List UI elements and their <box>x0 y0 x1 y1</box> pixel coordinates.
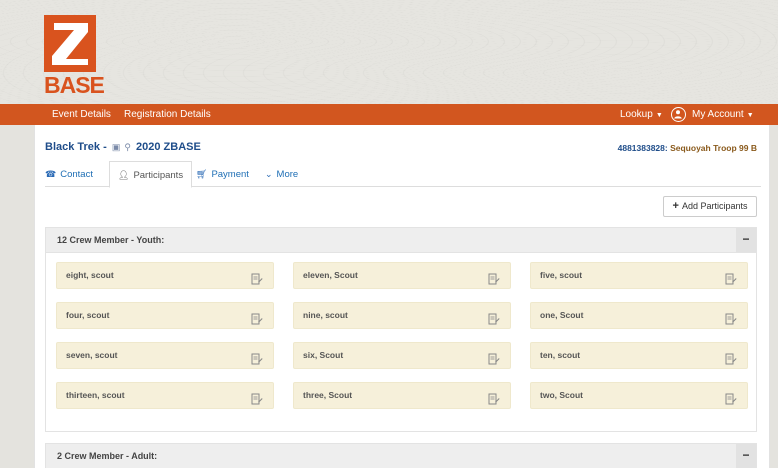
account-id: 4881383828: <box>617 143 668 153</box>
chevron-down-icon: ⌄ <box>265 169 273 179</box>
member-name: five, scout <box>540 270 583 280</box>
tab-contact-label: Contact <box>60 169 93 180</box>
youth-section-header: 12 Crew Member - Youth: − <box>46 228 756 253</box>
tab-contact[interactable]: ☎ Contact <box>45 161 93 187</box>
member-card[interactable]: seven, scout <box>56 342 274 369</box>
edit-form-icon[interactable] <box>488 390 500 405</box>
youth-section-title: 12 Crew Member - Youth: <box>57 235 165 245</box>
nav-lookup-label: Lookup <box>620 109 653 120</box>
logo-wordmark: BASE <box>44 72 105 98</box>
edit-form-icon[interactable] <box>488 270 500 285</box>
nav-event-details[interactable]: Event Details <box>52 104 111 125</box>
event-year-title: 2020 ZBASE <box>136 141 201 153</box>
member-name: eight, scout <box>66 270 114 280</box>
edit-form-icon[interactable] <box>725 310 737 325</box>
member-card[interactable]: ten, scout <box>530 342 748 369</box>
registration-card: Black Trek - ▣ ⚲ 2020 ZBASE 4881383828: S… <box>34 125 770 468</box>
caret-down-icon: ▼ <box>655 112 663 119</box>
add-participants-button[interactable]: + Add Participants <box>663 196 757 217</box>
member-name: nine, scout <box>303 310 348 320</box>
user-circle-icon[interactable] <box>671 107 686 122</box>
youth-section: 12 Crew Member - Youth: − eight, scout el… <box>45 227 757 432</box>
tab-payment[interactable]: 🛒︎ Payment <box>196 161 249 187</box>
tab-participants[interactable]: 👤︎ Participants <box>109 161 193 188</box>
top-navbar: Event Details Registration Details Looku… <box>0 104 778 125</box>
caret-down-icon: ▼ <box>746 112 754 119</box>
zbase-logo[interactable]: BASE <box>44 15 105 99</box>
edit-form-icon[interactable] <box>725 390 737 405</box>
member-card[interactable]: eleven, Scout <box>293 262 511 289</box>
member-card[interactable]: eight, scout <box>56 262 274 289</box>
nav-lookup[interactable]: Lookup ▼ <box>620 104 663 125</box>
troop-name[interactable]: Sequoyah Troop 99 B <box>670 143 757 153</box>
member-card[interactable]: six, Scout <box>293 342 511 369</box>
member-card[interactable]: two, Scout <box>530 382 748 409</box>
tab-bar: ☎ Contact 👤︎ Participants 🛒︎ Payment ⌄ More <box>45 161 761 188</box>
map-pin-icon[interactable]: ⚲ <box>124 142 131 152</box>
member-card[interactable]: four, scout <box>56 302 274 329</box>
collapse-youth-button[interactable]: − <box>736 228 756 252</box>
member-card[interactable]: one, Scout <box>530 302 748 329</box>
event-name: Black Trek - <box>45 141 107 153</box>
edit-form-icon[interactable] <box>251 270 263 285</box>
member-name: thirteen, scout <box>66 390 125 400</box>
adult-section: 2 Crew Member - Adult: − <box>45 443 757 468</box>
edit-form-icon[interactable] <box>251 310 263 325</box>
member-card[interactable]: thirteen, scout <box>56 382 274 409</box>
nav-my-account-label: My Account <box>692 109 744 120</box>
nav-my-account[interactable]: My Account ▼ <box>692 104 754 125</box>
tab-more-label: More <box>276 169 299 180</box>
member-name: ten, scout <box>540 350 581 360</box>
tab-participants-label: Participants <box>133 170 184 181</box>
tab-payment-label: Payment <box>211 169 249 180</box>
member-card[interactable]: five, scout <box>530 262 748 289</box>
edit-form-icon[interactable] <box>488 310 500 325</box>
member-card[interactable]: three, Scout <box>293 382 511 409</box>
member-name: three, Scout <box>303 390 353 400</box>
adult-section-title: 2 Crew Member - Adult: <box>57 451 158 461</box>
phone-icon: ☎ <box>45 169 57 179</box>
add-participants-label: Add Participants <box>681 201 748 211</box>
member-name: four, scout <box>66 310 110 320</box>
event-title: Black Trek - ▣ ⚲ 2020 ZBASE <box>45 141 201 153</box>
user-icon: 👤︎ <box>118 170 130 180</box>
plus-icon: + <box>672 200 679 212</box>
logo-mark <box>44 15 96 72</box>
member-name: eleven, Scout <box>303 270 358 280</box>
tab-more[interactable]: ⌄ More <box>265 161 298 187</box>
member-name: one, Scout <box>540 310 584 320</box>
edit-form-icon[interactable] <box>725 350 737 365</box>
member-card[interactable]: nine, scout <box>293 302 511 329</box>
edit-form-icon[interactable] <box>725 270 737 285</box>
collapse-adult-button[interactable]: − <box>736 444 756 468</box>
adult-section-header: 2 Crew Member - Adult: − <box>46 444 756 468</box>
nav-registration-details[interactable]: Registration Details <box>124 104 211 125</box>
calendar-icon[interactable]: ▣ <box>112 142 121 152</box>
cart-icon: 🛒︎ <box>196 169 208 179</box>
member-name: seven, scout <box>66 350 118 360</box>
edit-form-icon[interactable] <box>251 390 263 405</box>
header-background <box>0 0 778 104</box>
member-name: two, Scout <box>540 390 583 400</box>
edit-form-icon[interactable] <box>251 350 263 365</box>
z-letter-icon <box>52 23 88 65</box>
member-name: six, Scout <box>303 350 344 360</box>
edit-form-icon[interactable] <box>488 350 500 365</box>
account-info: 4881383828: Sequoyah Troop 99 B <box>618 143 757 153</box>
